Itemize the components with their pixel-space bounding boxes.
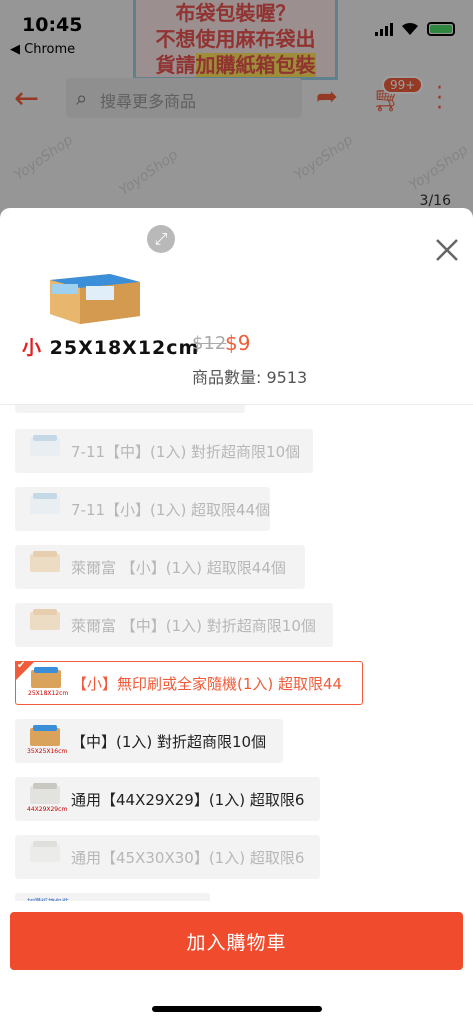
variant-options-list[interactable]: 7-11【中】(1入) 對折超商限10個 7-11【小】(1入) 超取限44個 … (0, 405, 473, 905)
quantity-value: 9513 (266, 368, 308, 387)
close-icon[interactable] (433, 236, 461, 264)
variant-option[interactable]: 7-11【中】(1入) 對折超商限10個 (15, 429, 313, 473)
option-thumbnail (27, 550, 65, 584)
variant-option[interactable]: 44X29X29cm 通用【44X29X29】(1入) 超取限6 (15, 777, 320, 821)
option-thumbnail (27, 492, 65, 526)
variant-option[interactable]: 萊爾富 【小】(1入) 超取限44個 (15, 545, 305, 589)
product-size-text: 25X18X12cm (49, 337, 200, 359)
variant-option[interactable]: 7-11【小】(1入) 超取限44個 (15, 487, 270, 531)
product-image (50, 274, 140, 324)
variant-option[interactable]: 35X25X16cm 【中】(1入) 對折超商限10個 (15, 719, 283, 763)
option-label: 7-11【中】(1入) 對折超商限10個 (71, 442, 301, 461)
checkmark-icon: ✔ (17, 660, 26, 671)
product-size: 小 25X18X12cm (22, 333, 199, 360)
option-label: 通用【44X29X29】(1入) 超取限6 (71, 790, 305, 809)
option-label: 萊爾富 【中】(1入) 對折超商限10個 (71, 616, 316, 635)
option-thumbnail: 44X29X29cm (27, 782, 68, 816)
option-thumbnail: 35X25X16cm (27, 724, 68, 758)
variant-option-selected[interactable]: ✔ 25X18X12cm 【小】無印刷或全家隨機(1入) 超取限44 (15, 660, 363, 705)
option-label: 通用【45X30X30】(1入) 超取限6 (71, 848, 305, 867)
quantity-label: 商品數量: (192, 368, 267, 387)
thumbnail-size-text: 25X18X12cm (28, 690, 69, 697)
option-thumbnail (27, 840, 65, 874)
option-label: 萊爾富 【小】(1入) 超取限44個 (71, 558, 286, 577)
option-label: 【中】(1入) 對折超商限10個 (71, 732, 267, 751)
expand-image-icon[interactable]: ⤢ (147, 225, 175, 253)
option-thumbnail (27, 434, 65, 468)
option-label: 7-11【小】(1入) 超取限44個 (71, 500, 271, 519)
option-label: 【小】無印刷或全家隨機(1入) 超取限44 (72, 674, 343, 693)
thumbnail-size-text: 44X29X29cm (27, 806, 68, 813)
original-price: $12 (192, 333, 227, 354)
variant-option[interactable]: 萊爾富 【中】(1入) 對折超商限10個 (15, 603, 333, 647)
bottom-action-bar: 加入購物車 (0, 901, 473, 1024)
variant-option-partial[interactable] (15, 405, 245, 413)
thumbnail-size-text: 35X25X16cm (27, 748, 68, 755)
product-size-prefix: 小 (22, 337, 43, 359)
stock-quantity: 商品數量: 9513 (192, 364, 307, 388)
add-to-cart-button[interactable]: 加入購物車 (10, 912, 463, 970)
option-thumbnail (27, 608, 65, 642)
variant-sheet: ⤢ 小 25X18X12cm $12 $9 商品數量: 9513 7-11【中】… (0, 208, 473, 1024)
home-indicator (152, 1006, 322, 1012)
option-thumbnail: 25X18X12cm (28, 666, 69, 700)
variant-option[interactable]: 通用【45X30X30】(1入) 超取限6 (15, 835, 320, 879)
current-price: $9 (225, 331, 251, 355)
